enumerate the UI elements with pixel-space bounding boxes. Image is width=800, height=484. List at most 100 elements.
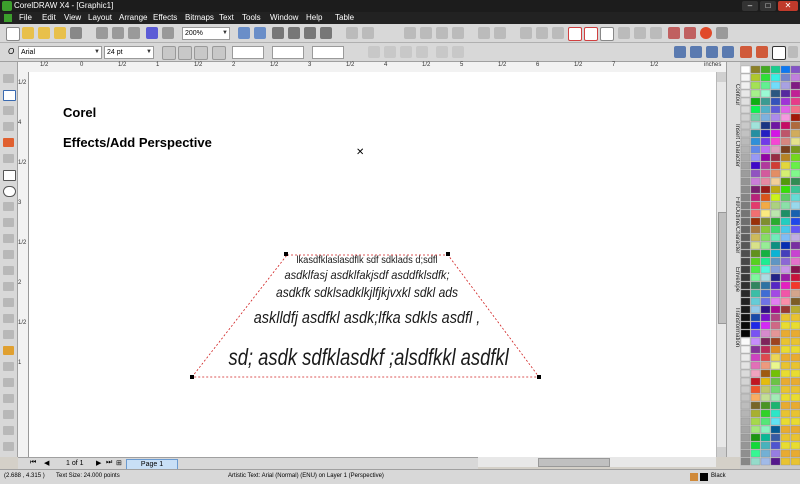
color-swatch[interactable] [780, 369, 791, 378]
color-swatch[interactable] [790, 153, 800, 162]
eyedropper-tool-icon[interactable] [3, 314, 14, 323]
color-swatch[interactable] [790, 257, 800, 266]
color-swatch[interactable] [780, 313, 791, 322]
color-swatch[interactable] [740, 433, 751, 442]
color-swatch[interactable] [790, 97, 800, 106]
color-swatch[interactable] [750, 297, 761, 306]
color-swatch[interactable] [760, 209, 771, 218]
color-swatch[interactable] [760, 137, 771, 146]
color-swatch[interactable] [790, 145, 800, 154]
color-swatch[interactable] [750, 257, 761, 266]
horizontal-scrollbar[interactable] [478, 457, 716, 467]
zoom-in-icon[interactable] [238, 27, 250, 39]
menu-view[interactable]: View [64, 13, 81, 22]
color-swatch[interactable] [790, 369, 800, 378]
color-swatch[interactable] [770, 321, 781, 330]
docker-tab-fill-outline[interactable]: Fill/Outline/Character [729, 197, 740, 253]
color-swatch[interactable] [750, 105, 761, 114]
color-swatch[interactable] [780, 409, 791, 418]
color-swatch[interactable] [790, 217, 800, 226]
color-swatch[interactable] [740, 329, 751, 338]
color-swatch[interactable] [760, 313, 771, 322]
color-swatch[interactable] [750, 457, 761, 466]
color-swatch[interactable] [770, 305, 781, 314]
color-swatch[interactable] [770, 297, 781, 306]
menu-file[interactable]: File [19, 13, 32, 22]
intersect-icon[interactable] [552, 27, 564, 39]
color-swatch[interactable] [750, 401, 761, 410]
color-swatch[interactable] [740, 145, 751, 154]
drawing-canvas[interactable]: Corel Effects/Add Perspective ✕ lkasdfkl… [29, 72, 716, 457]
color-swatch[interactable] [780, 353, 791, 362]
color-swatch[interactable] [760, 177, 771, 186]
dimension-tool-icon[interactable] [3, 266, 14, 275]
color-palette[interactable] [740, 62, 800, 470]
color-swatch[interactable] [770, 217, 781, 226]
order-icon[interactable] [420, 27, 432, 39]
color-swatch[interactable] [750, 97, 761, 106]
color-swatch[interactable] [750, 73, 761, 82]
pattern-icon[interactable] [634, 27, 646, 39]
color-swatch[interactable] [760, 361, 771, 370]
color-swatch[interactable] [760, 305, 771, 314]
color-swatch[interactable] [750, 209, 761, 218]
object-properties-icon[interactable] [674, 46, 686, 58]
mesh-fill-tool-icon[interactable] [3, 378, 14, 387]
color-swatch[interactable] [750, 393, 761, 402]
perspective-text-line-5[interactable]: sd; asdk sdfklasdkf ;alsdfkkl asdfkl [229, 344, 509, 371]
color-swatch[interactable] [750, 281, 761, 290]
color-swatch[interactable] [740, 217, 751, 226]
color-swatch[interactable] [760, 257, 771, 266]
color-swatch[interactable] [740, 393, 751, 402]
color-swatch[interactable] [780, 273, 791, 282]
color-swatches[interactable] [740, 62, 800, 470]
trim-icon[interactable] [536, 27, 548, 39]
color-swatch[interactable] [750, 321, 761, 330]
color-swatch[interactable] [770, 361, 781, 370]
subscript-icon[interactable] [384, 46, 396, 58]
color-swatch[interactable] [760, 161, 771, 170]
color-swatch[interactable] [760, 441, 771, 450]
color-swatch[interactable] [760, 417, 771, 426]
color-swatch[interactable] [790, 329, 800, 338]
color-swatch[interactable] [740, 113, 751, 122]
rectangle-tool-icon[interactable] [3, 170, 16, 181]
color-swatch[interactable] [780, 329, 791, 338]
color-swatch[interactable] [780, 433, 791, 442]
color-swatch[interactable] [790, 457, 800, 466]
zoom-out-icon[interactable] [254, 27, 266, 39]
color-swatch[interactable] [780, 137, 791, 146]
options-icon[interactable] [362, 27, 374, 39]
color-swatch[interactable] [780, 145, 791, 154]
color-swatch[interactable] [780, 281, 791, 290]
color-swatch[interactable] [770, 201, 781, 210]
color-swatch[interactable] [760, 241, 771, 250]
color-swatch[interactable] [760, 425, 771, 434]
outline-icon[interactable] [772, 46, 786, 60]
first-page-icon[interactable]: ⏮ [30, 459, 36, 467]
color-swatch[interactable] [740, 121, 751, 130]
color-swatch[interactable] [770, 417, 781, 426]
color-swatch[interactable] [750, 113, 761, 122]
artistic-media-tool-icon[interactable] [3, 394, 14, 403]
color-swatch[interactable] [740, 193, 751, 202]
color-swatch[interactable] [790, 161, 800, 170]
color-swatch[interactable] [770, 153, 781, 162]
color-swatch[interactable] [760, 193, 771, 202]
color-swatch[interactable] [780, 337, 791, 346]
menu-tools[interactable]: Tools [242, 13, 261, 22]
kerning-field[interactable] [232, 46, 264, 59]
color-swatch[interactable] [750, 369, 761, 378]
color-swatch[interactable] [760, 321, 771, 330]
color-swatch[interactable] [770, 105, 781, 114]
color-swatch[interactable] [740, 369, 751, 378]
color-swatch[interactable] [780, 209, 791, 218]
color-swatch[interactable] [760, 337, 771, 346]
smart-fill-tool-icon[interactable] [3, 154, 14, 163]
color-swatch[interactable] [740, 337, 751, 346]
color-swatch[interactable] [770, 281, 781, 290]
smudge-tool-icon[interactable] [3, 410, 14, 419]
color-swatch[interactable] [740, 97, 751, 106]
format-text-icon[interactable] [706, 46, 718, 58]
color-swatch[interactable] [740, 457, 751, 466]
